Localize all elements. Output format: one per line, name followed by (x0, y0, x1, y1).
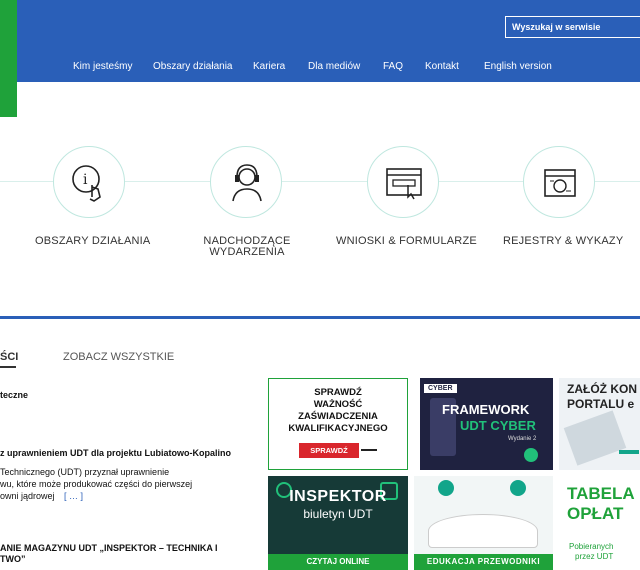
category-obszary-button[interactable]: i (53, 146, 125, 218)
book-icon (510, 480, 526, 496)
logo-accent-strip (0, 0, 17, 117)
nav-item-kim-jestesmy[interactable]: Kim jesteśmy (73, 61, 132, 72)
category-label-wydarzenia[interactable]: NADCHODZĄCE WYDARZENIA (192, 236, 302, 258)
phone-hand-illustration (563, 410, 627, 466)
tile-education[interactable]: EDUKACJA PRZEWODNIKI (414, 476, 553, 570)
book-icon (438, 480, 454, 496)
tile-cyber-framework[interactable]: CYBER FRAMEWORK UDT CYBER Wydanie 2 (420, 378, 553, 470)
cyber-title: FRAMEWORK (442, 402, 530, 417)
category-wydarzenia-button[interactable] (210, 146, 282, 218)
tile-create-account[interactable]: ZAŁÓŻ KON PORTALU e (559, 378, 640, 470)
read-online-button[interactable]: CZYTAJ ONLINE (268, 554, 408, 570)
headset-person-icon (232, 164, 262, 202)
news-item-title[interactable]: teczne (0, 389, 28, 401)
verify-button[interactable]: SPRAWDŹ (299, 443, 359, 458)
education-label: EDUKACJA PRZEWODNIKI (414, 554, 553, 570)
nav-item-kontakt[interactable]: Kontakt (425, 61, 459, 72)
inspektor-subtitle: biuletyn UDT (303, 507, 373, 521)
tab-news-active[interactable]: ŚCI (0, 351, 18, 363)
nav-item-dla-mediow[interactable]: Dla mediów (308, 61, 360, 72)
search-input[interactable]: Wyszukaj w serwisie (505, 16, 640, 38)
decor-bar (619, 450, 639, 454)
nav-item-kariera[interactable]: Kariera (253, 61, 285, 72)
active-tab-underline (0, 366, 16, 368)
cyber-edition: Wydanie 2 (508, 436, 537, 442)
tile-inspektor[interactable]: INSPEKTOR biuletyn UDT CZYTAJ ONLINE (268, 476, 408, 570)
nav-item-faq[interactable]: FAQ (383, 61, 403, 72)
nav-item-obszary-dzialania[interactable]: Obszary działania (153, 61, 232, 72)
category-label-wnioski[interactable]: WNIOSKI & FORMULARZE (336, 236, 477, 247)
news-item-title[interactable]: z uprawnieniem UDT dla projektu Lubiatow… (0, 447, 231, 459)
category-label-obszary[interactable]: OBSZARY DZIAŁANIA (35, 236, 150, 247)
registry-icon (544, 169, 576, 197)
browser-form-icon (386, 168, 422, 200)
info-hand-icon: i (72, 165, 101, 202)
nav-item-english-version[interactable]: English version (484, 61, 552, 72)
fees-title: TABELA OPŁAT (567, 484, 635, 523)
tile-portal-text: ZAŁÓŻ KON PORTALU e (567, 382, 637, 411)
cyber-tag: CYBER (424, 384, 457, 393)
tab-see-all[interactable]: ZOBACZ WSZYSTKIE (63, 351, 174, 363)
svg-text:i: i (83, 172, 88, 188)
tile-fees-table[interactable]: TABELA OPŁAT Pobieranych przez UDT (559, 476, 640, 570)
tile-verify-text: SPRAWDŹ WAŻNOŚĆ ZAŚWIADCZENIA KWALIFIKAC… (288, 387, 388, 434)
cyber-subtitle: UDT CYBER (460, 418, 536, 433)
tile-verify-certificate[interactable]: SPRAWDŹ WAŻNOŚĆ ZAŚWIADCZENIA KWALIFIKAC… (268, 378, 408, 470)
main-nav: Kim jesteśmy Obszary działania Kariera D… (0, 61, 640, 75)
read-more-link[interactable]: [ … ] (64, 490, 83, 502)
download-icon (524, 448, 538, 462)
pointer-hand-icon (361, 449, 377, 451)
category-wnioski-button[interactable] (367, 146, 439, 218)
open-book-illustration (428, 514, 538, 548)
category-label-rejestry[interactable]: REJESTRY & WYKAZY (503, 236, 623, 247)
inspektor-title: INSPEKTOR (289, 488, 387, 505)
category-rejestry-button[interactable] (523, 146, 595, 218)
fees-subtitle: Pobieranych przez UDT (569, 542, 614, 561)
section-divider (0, 316, 640, 319)
